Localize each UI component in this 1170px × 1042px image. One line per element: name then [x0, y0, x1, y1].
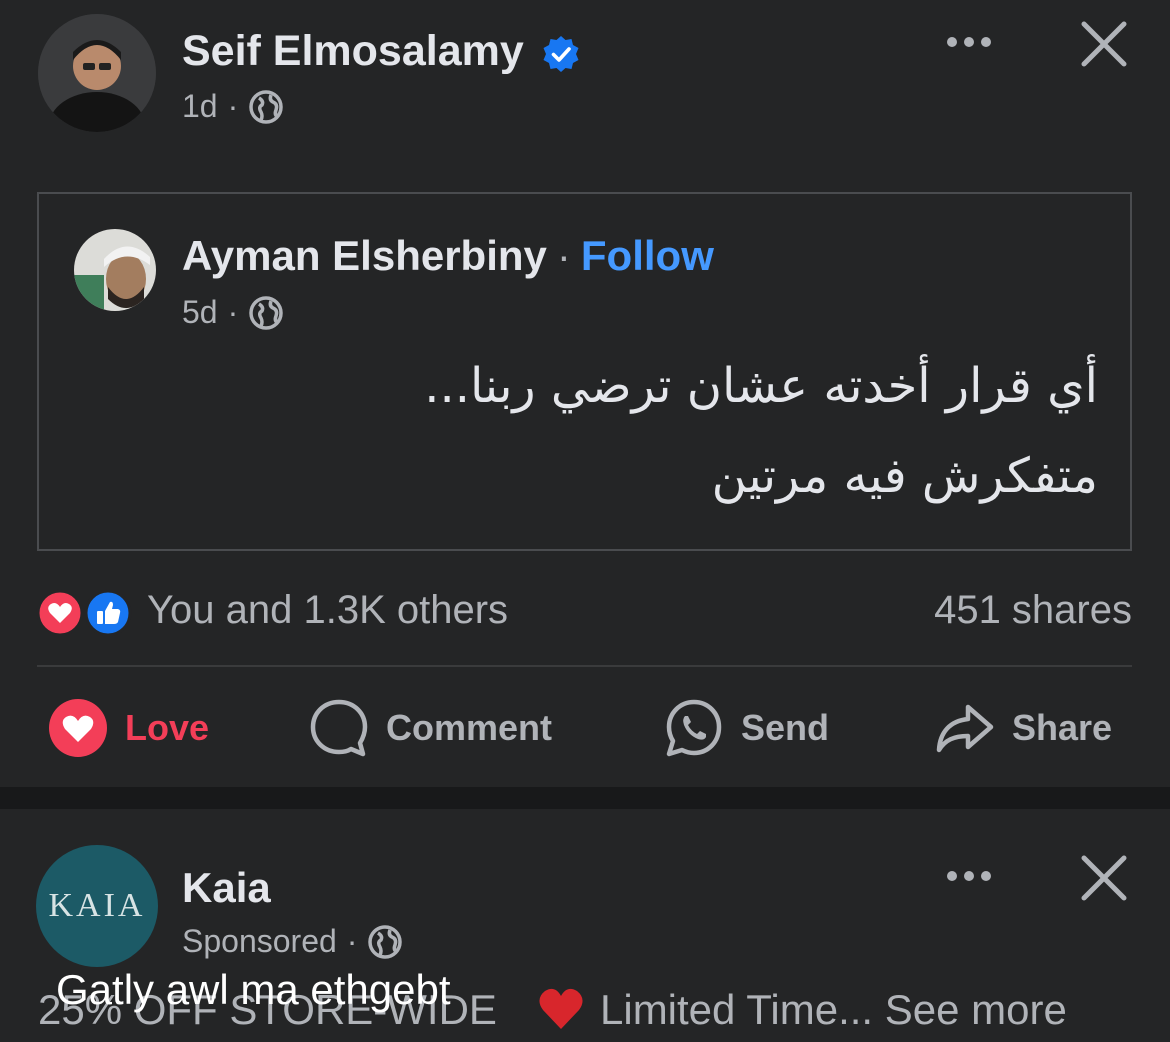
share-arrow-icon: [936, 704, 994, 753]
verified-badge-icon: [543, 36, 579, 72]
send-label: Send: [741, 707, 830, 748]
love-button[interactable]: Love: [47, 697, 209, 759]
love-icon: [49, 699, 107, 757]
shared-post-text-line2: متفكرش فيه مرتين: [711, 448, 1098, 504]
ad-page-name[interactable]: Kaia: [182, 864, 271, 912]
love-reaction-icon: [36, 589, 84, 637]
ad-text-main: Limited Time...: [600, 986, 874, 1033]
shared-post-meta: 5d ·: [182, 294, 284, 331]
globe-icon: [368, 924, 403, 959]
like-reaction-icon: [84, 589, 132, 637]
comment-icon: [310, 699, 368, 757]
shared-author-avatar[interactable]: [74, 229, 156, 311]
meta-separator: ·: [346, 923, 358, 959]
sponsored-label[interactable]: Sponsored: [182, 923, 337, 960]
post-time[interactable]: 1d: [182, 88, 218, 125]
ad-logo-text: KAIA: [48, 887, 146, 924]
reaction-icons[interactable]: [36, 589, 134, 637]
shares-count[interactable]: 451 shares: [934, 588, 1132, 633]
shared-author-avatar-image: [74, 229, 156, 311]
globe-icon: [249, 89, 283, 124]
share-button[interactable]: Share: [934, 697, 1112, 759]
reactions-summary[interactable]: You and 1.3K others: [147, 588, 508, 633]
feed-separator: [0, 787, 1170, 809]
ad-page-avatar[interactable]: KAIA: [36, 845, 158, 967]
overlay-caption: Gatly awl ma ethgebt: [56, 966, 451, 1013]
ad-close-icon[interactable]: [1081, 855, 1127, 901]
shared-post-text-line1: أي قرار أخدته عشان ترضي ربنا...: [424, 358, 1098, 414]
globe-icon: [249, 295, 283, 330]
shared-post-header: Ayman Elsherbiny · Follow: [182, 232, 714, 280]
author-avatar-image: [38, 14, 156, 132]
close-icon[interactable]: [1081, 21, 1127, 67]
meta-separator: ·: [227, 88, 239, 124]
comment-label: Comment: [386, 707, 553, 748]
comment-button[interactable]: Comment: [308, 697, 552, 759]
author-avatar[interactable]: [38, 14, 156, 132]
more-options-icon[interactable]: [947, 37, 991, 47]
ad-body-tail: Limited Time... See more: [600, 986, 1067, 1034]
love-label: Love: [125, 707, 210, 748]
meta-separator: ·: [227, 294, 239, 330]
post-meta: 1d ·: [182, 88, 284, 125]
ad-meta: Sponsored ·: [182, 923, 403, 960]
see-more-link[interactable]: See more: [885, 986, 1067, 1033]
shared-post-time[interactable]: 5d: [182, 294, 218, 331]
heart-emoji-icon: [539, 988, 583, 1029]
share-label: Share: [1012, 707, 1113, 748]
shared-separator: ·: [556, 232, 571, 279]
whatsapp-icon: [666, 699, 722, 757]
post-author-name[interactable]: Seif Elmosalamy: [182, 27, 524, 76]
send-button[interactable]: Send: [663, 697, 829, 759]
follow-button[interactable]: Follow: [581, 232, 714, 280]
actions-divider: [37, 665, 1132, 667]
ad-more-options-icon[interactable]: [947, 871, 991, 881]
shared-author-name[interactable]: Ayman Elsherbiny: [182, 232, 547, 280]
